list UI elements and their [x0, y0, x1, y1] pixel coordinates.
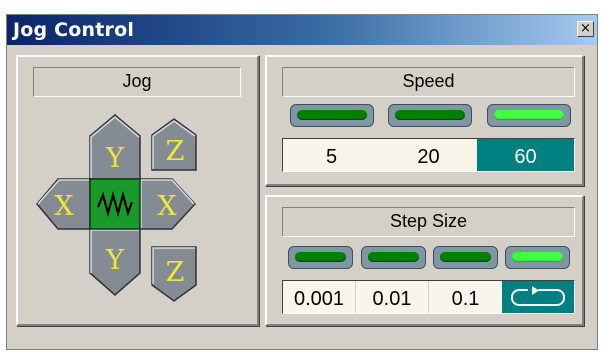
jog-panel: Jog Y Y X X Z Z: [16, 55, 259, 326]
close-button[interactable]: ×: [577, 21, 594, 37]
speed-option-60[interactable]: 60: [477, 139, 574, 171]
jog-x-plus-button[interactable]: X: [139, 178, 197, 230]
step-led-continuous[interactable]: [505, 246, 570, 269]
jog-z-plus-label: Z: [166, 136, 185, 167]
jog-pad: Y Y X X Z Z: [36, 114, 197, 302]
jog-y-minus-button[interactable]: Y: [89, 228, 141, 296]
step-led-01[interactable]: [433, 246, 498, 269]
jog-x-minus-button[interactable]: X: [36, 178, 91, 230]
speed-selector: 5 20 60: [282, 138, 575, 172]
speed-led-20[interactable]: [388, 104, 472, 127]
jog-y-plus-label: Y: [105, 143, 125, 174]
jog-z-minus-button[interactable]: Z: [151, 246, 197, 302]
continuous-loop-icon: [511, 286, 565, 306]
step-size-panel: Step Size 0.001 0.01 0.1: [265, 195, 584, 326]
step-option-continuous[interactable]: [502, 281, 574, 313]
step-led-0001[interactable]: [288, 246, 353, 269]
speed-option-5[interactable]: 5: [283, 139, 380, 171]
window-title: Jog Control: [13, 19, 135, 41]
jog-y-plus-button[interactable]: Y: [89, 114, 141, 180]
jog-y-minus-label: Y: [105, 245, 125, 276]
jog-continuous-toggle[interactable]: [89, 178, 141, 230]
speed-led-5[interactable]: [290, 104, 374, 127]
step-option-01[interactable]: 0.1: [429, 281, 502, 313]
speed-group-label: Speed: [282, 67, 575, 97]
jog-control-window: Jog Control × Jog Y Y X X Z Z Speed 5 20…: [6, 14, 598, 350]
title-bar[interactable]: Jog Control ×: [7, 15, 597, 45]
jog-z-minus-label: Z: [166, 257, 185, 288]
jog-z-plus-button[interactable]: Z: [151, 118, 197, 171]
jog-x-plus-label: X: [157, 191, 177, 222]
speed-led-60[interactable]: [487, 104, 571, 127]
speed-option-20[interactable]: 20: [380, 139, 477, 171]
jog-x-minus-label: X: [54, 191, 74, 222]
step-option-001[interactable]: 0.01: [356, 281, 429, 313]
speed-panel: Speed 5 20 60: [265, 55, 584, 186]
step-option-0001[interactable]: 0.001: [283, 281, 356, 313]
step-size-group-label: Step Size: [282, 207, 575, 237]
step-size-selector: 0.001 0.01 0.1: [282, 280, 575, 314]
step-led-001[interactable]: [361, 246, 426, 269]
